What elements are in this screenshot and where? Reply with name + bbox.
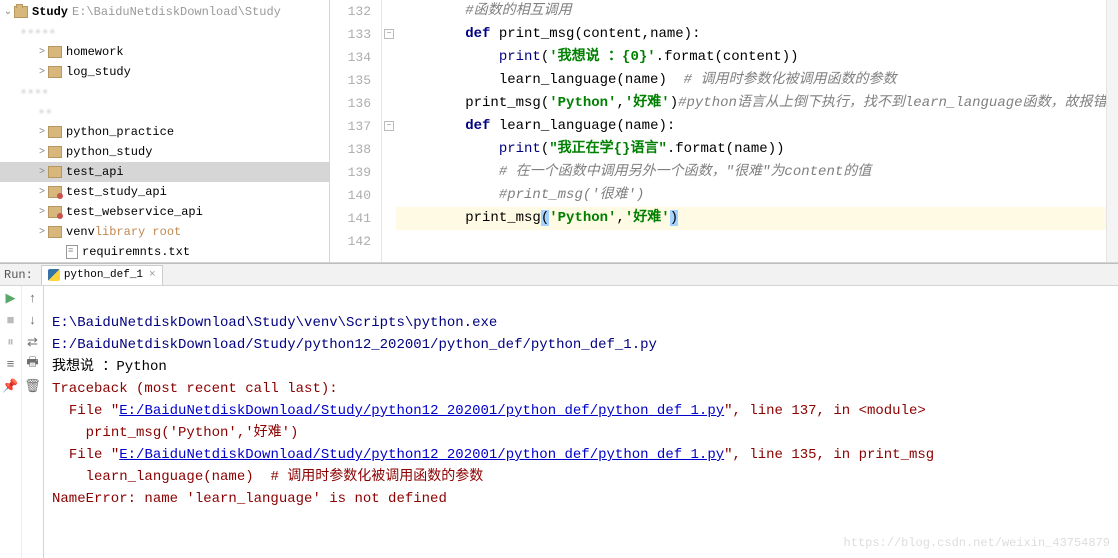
root-path: E:\BaiduNetdiskDownload\Study (72, 5, 281, 19)
tree-item-label: python_practice (66, 125, 174, 139)
folder-icon (48, 226, 62, 238)
chevron-right-icon[interactable]: > (36, 147, 48, 158)
traceback-link[interactable]: E:/BaiduNetdiskDownload/Study/python12 2… (119, 447, 724, 463)
fold-toggle[interactable]: − (384, 121, 394, 131)
tree-item-label: test_api (66, 165, 124, 179)
stop-button[interactable]: ■ (3, 312, 19, 328)
code-line[interactable] (396, 230, 1118, 253)
traceback-link[interactable]: E:/BaiduNetdiskDownload/Study/python12 2… (119, 403, 724, 419)
code-line[interactable]: def learn_language(name): (396, 115, 1118, 138)
code-line[interactable]: # 在一个函数中调用另外一个函数，"很难"为content的值 (396, 161, 1118, 184)
chevron-right-icon[interactable]: > (36, 167, 48, 178)
editor-scrollbar[interactable] (1106, 0, 1118, 262)
code-line[interactable]: def print_msg(content,name): (396, 23, 1118, 46)
close-icon[interactable]: × (149, 269, 156, 281)
code-line[interactable]: #print_msg('很难') (396, 184, 1118, 207)
tree-item[interactable]: > test_api (0, 162, 329, 182)
folder-icon (48, 46, 62, 58)
tree-item[interactable]: requiremnts.txt (0, 242, 329, 262)
folder-icon (48, 126, 62, 138)
run-header: Run: python_def_1 × (0, 264, 1118, 286)
python-icon (48, 269, 60, 281)
tree-item-label: test_webservice_api (66, 205, 203, 219)
rerun-button[interactable]: ▶ (3, 290, 19, 306)
wrap-button[interactable]: ⇄ (25, 334, 41, 350)
console-stdout: 我想说 ：Python (52, 359, 167, 375)
code-line[interactable]: learn_language(name) # 调用时参数化被调用函数的参数 (396, 69, 1118, 92)
code-editor[interactable]: 132133134135136137138139140141142 −− #函数… (330, 0, 1118, 262)
tree-item-label: homework (66, 45, 124, 59)
folder-icon (48, 146, 62, 158)
tree-item-label: python_study (66, 145, 152, 159)
run-toolbar-left: ▶ ■ ⏸ ≡ 📌 (0, 286, 22, 558)
run-toolbar-right: ↑ ↓ ⇄ 🖶 🗑 (22, 286, 44, 558)
folder-icon (48, 66, 62, 78)
up-button[interactable]: ↑ (25, 290, 41, 306)
chevron-right-icon[interactable]: > (36, 227, 48, 238)
tree-item[interactable]: > homework (0, 42, 329, 62)
console-cmd: E:\BaiduNetdiskDownload\Study\venv\Scrip… (52, 315, 657, 353)
tree-item-label: requiremnts.txt (82, 245, 190, 259)
tree-item-label: venv (66, 225, 95, 239)
tree-item[interactable]: > python_study (0, 142, 329, 162)
tree-root[interactable]: ⌄ Study E:\BaiduNetdiskDownload\Study (0, 2, 329, 22)
folder-icon (14, 6, 28, 18)
run-tab[interactable]: python_def_1 × (41, 265, 163, 285)
trash-button[interactable]: 🗑 (25, 378, 41, 394)
run-label: Run: (4, 268, 33, 282)
code-line[interactable]: print('我想说 ：{0}'.format(content)) (396, 46, 1118, 69)
chevron-down-icon[interactable]: ⌄ (2, 6, 14, 18)
fold-column: −− (382, 0, 396, 262)
folder-icon (48, 206, 62, 218)
tree-item[interactable]: > test_webservice_api (0, 202, 329, 222)
tree-item-label: test_study_api (66, 185, 167, 199)
code-line[interactable]: #函数的相互调用 (396, 0, 1118, 23)
root-name: Study (32, 5, 68, 19)
print-button[interactable]: 🖶 (25, 356, 41, 372)
tree-item-label: log_study (66, 65, 131, 79)
code-area[interactable]: #函数的相互调用 def print_msg(content,name): pr… (396, 0, 1118, 262)
chevron-right-icon[interactable]: > (36, 47, 48, 58)
line-gutter: 132133134135136137138139140141142 (330, 0, 382, 262)
fold-toggle[interactable]: − (384, 29, 394, 39)
folder-icon (48, 186, 62, 198)
pin-button[interactable]: 📌 (3, 378, 19, 394)
console-output[interactable]: E:\BaiduNetdiskDownload\Study\venv\Scrip… (44, 286, 1118, 558)
code-line[interactable]: print_msg('Python','好难') (396, 207, 1118, 230)
tree-item[interactable]: > python_practice (0, 122, 329, 142)
down-button[interactable]: ↓ (25, 312, 41, 328)
chevron-right-icon[interactable]: > (36, 207, 48, 218)
chevron-right-icon[interactable]: > (36, 67, 48, 78)
tree-item[interactable]: >venv library root (0, 222, 329, 242)
pause-button[interactable]: ⏸ (3, 334, 19, 350)
layout-button[interactable]: ≡ (3, 356, 19, 372)
chevron-right-icon[interactable]: > (36, 187, 48, 198)
folder-icon (48, 166, 62, 178)
chevron-right-icon[interactable]: > (36, 127, 48, 138)
code-line[interactable]: print("我正在学{}语言".format(name)) (396, 138, 1118, 161)
project-tree: ⌄ Study E:\BaiduNetdiskDownload\Study ▪▪… (0, 0, 330, 262)
code-line[interactable]: print_msg('Python','好难')#python语言从上倒下执行，… (396, 92, 1118, 115)
tree-item[interactable]: > test_study_api (0, 182, 329, 202)
run-panel: Run: python_def_1 × ▶ ■ ⏸ ≡ 📌 ↑ ↓ ⇄ 🖶 🗑 … (0, 263, 1118, 558)
run-tab-name: python_def_1 (64, 269, 143, 281)
tree-item[interactable]: > log_study (0, 62, 329, 82)
traceback-head: Traceback (most recent call last): (52, 381, 338, 397)
watermark: https://blog.csdn.net/weixin_43754879 (844, 532, 1110, 554)
file-icon (66, 245, 78, 259)
error-line: NameError: name 'learn_language' is not … (52, 491, 447, 507)
